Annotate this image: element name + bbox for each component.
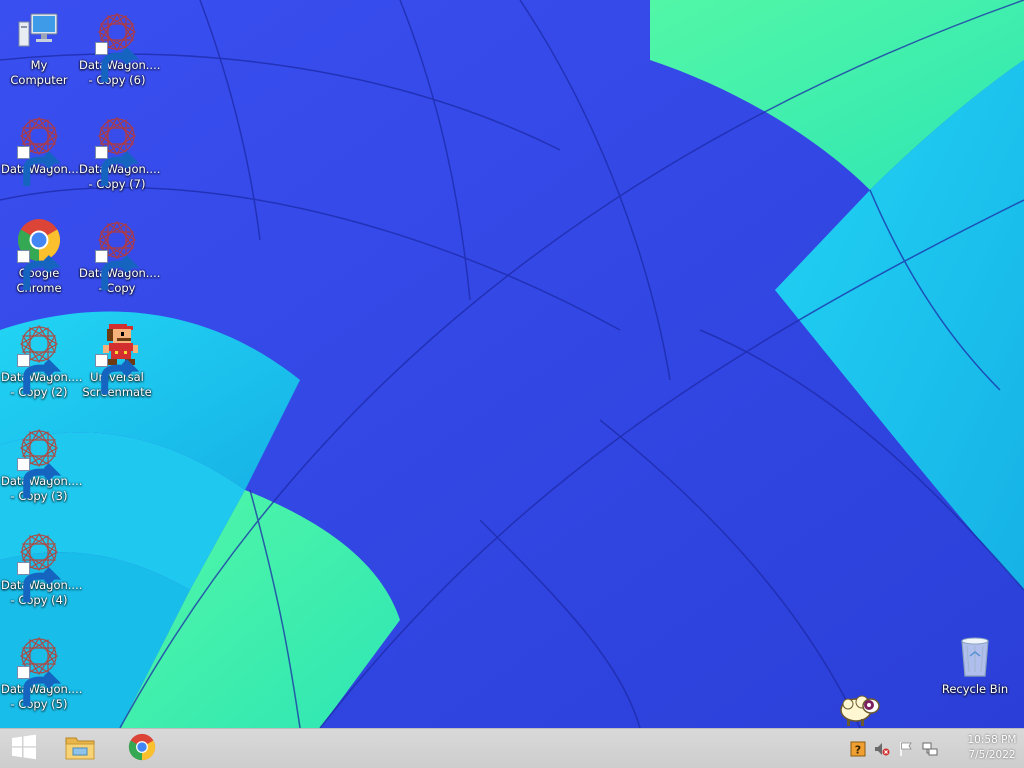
desktop-icon-datawagon-copy-7[interactable]: DataWagon.... - Copy (7): [78, 112, 160, 192]
datawagon-icon: [15, 424, 63, 499]
icon-label: My Computer: [10, 58, 68, 87]
desktop-icon-datawagon-copy-6[interactable]: DataWagon.... - Copy (6): [78, 8, 160, 88]
start-button[interactable]: [4, 732, 44, 766]
shortcut-arrow-icon: [95, 354, 140, 395]
desktop-icon-datawagon-copy-5[interactable]: DataWagon.... - Copy (5): [0, 632, 82, 712]
clock-time: 10:58 PM: [967, 734, 1017, 746]
shortcut-arrow-icon: [17, 146, 62, 187]
desktop-icon-datawagon-copy[interactable]: DataWagon.... - Copy: [78, 216, 160, 296]
svg-text:?: ?: [855, 744, 861, 757]
desktop-icon-google-chrome[interactable]: Google Chrome: [0, 216, 78, 296]
help-icon[interactable]: ?: [850, 741, 866, 757]
sheep-screenmate-icon[interactable]: [838, 688, 882, 728]
computer-icon: [15, 8, 63, 56]
shortcut-arrow-icon: [17, 562, 62, 603]
taskbar-chrome-button[interactable]: [122, 732, 162, 766]
shortcut-arrow-icon: [17, 666, 62, 707]
desktop-icon-datawagon-copy-4[interactable]: DataWagon.... - Copy (4): [0, 528, 82, 608]
desktop-icon-datawagon-copy-2[interactable]: DataWagon.... - Copy (2): [0, 320, 82, 400]
datawagon-icon: [15, 528, 63, 603]
recycle-bin-icon: [951, 632, 999, 680]
volume-muted-icon[interactable]: [874, 741, 890, 757]
taskbar-clock[interactable]: 10:58 PM 7/5/2022: [964, 733, 1020, 763]
action-center-flag-icon[interactable]: [898, 741, 914, 757]
shortcut-arrow-icon: [17, 250, 62, 291]
chrome-icon: [127, 732, 157, 766]
desktop-icon-recycle-bin[interactable]: Recycle Bin: [936, 632, 1014, 697]
icon-label: Recycle Bin: [941, 682, 1009, 696]
file-explorer-icon: [64, 732, 96, 766]
datawagon-icon: [93, 8, 141, 83]
chrome-icon: [15, 216, 63, 291]
taskbar-file-explorer-button[interactable]: [60, 732, 100, 766]
datawagon-icon: [15, 320, 63, 395]
shortcut-arrow-icon: [95, 250, 140, 291]
datawagon-icon: [15, 632, 63, 707]
shortcut-arrow-icon: [17, 354, 62, 395]
desktop-icon-datawagon-copy-3[interactable]: DataWagon.... - Copy (3): [0, 424, 82, 504]
desktop-icon-universal-screenmate[interactable]: Universal Screenmate: [78, 320, 156, 400]
mario-icon: [93, 320, 141, 395]
desktop: My Computer DataWagon... Google Chrome D…: [0, 0, 1024, 728]
datawagon-icon: [93, 112, 141, 187]
shortcut-arrow-icon: [95, 42, 140, 83]
shortcut-arrow-icon: [17, 458, 62, 499]
clock-date: 7/5/2022: [968, 749, 1016, 761]
datawagon-icon: [15, 112, 63, 187]
windows-logo-icon: [10, 733, 38, 765]
taskbar: ? 10:58 PM 7/5/2022: [0, 728, 1024, 768]
network-icon[interactable]: [922, 741, 938, 757]
desktop-icon-my-computer[interactable]: My Computer: [0, 8, 78, 88]
desktop-icon-datawagon[interactable]: DataWagon...: [0, 112, 79, 187]
datawagon-icon: [93, 216, 141, 291]
shortcut-arrow-icon: [95, 146, 140, 187]
